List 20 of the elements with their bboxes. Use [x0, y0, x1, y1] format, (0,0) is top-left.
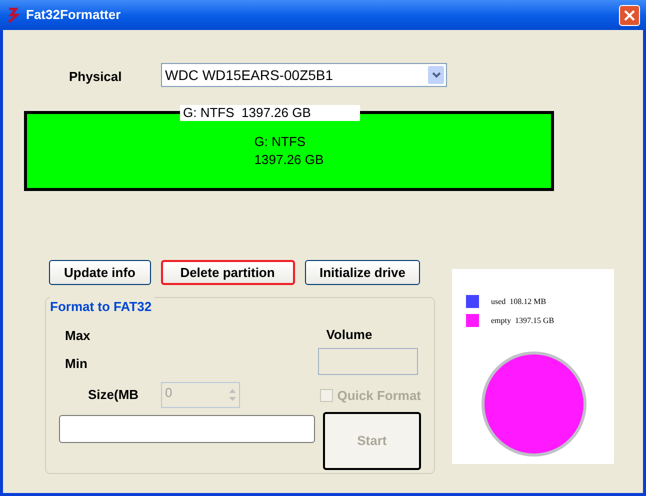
action-button[interactable]: Update info — [49, 260, 150, 285]
quick-format-label: Quick Format — [337, 386, 421, 404]
close-icon — [624, 10, 635, 20]
max-label: Max — [65, 327, 92, 345]
drive-dropdown[interactable]: WDC WD15EARS-00Z5B1 — [161, 63, 447, 87]
drive-name: WDC WD15EARS-00Z5B1 — [165, 66, 334, 84]
partition-info: G: NTFS 1397.26 GB — [254, 133, 324, 169]
size-value: 0 — [164, 384, 174, 402]
physical-label: Physical — [69, 68, 123, 86]
close-button[interactable] — [619, 4, 640, 26]
min-label: Min — [65, 354, 88, 372]
volume-label: Volume — [326, 326, 374, 344]
app-icon — [6, 7, 20, 23]
legend-label: used 108.12 MB — [491, 296, 546, 308]
action-button[interactable]: Delete partition — [160, 260, 294, 285]
volume-field[interactable] — [318, 348, 418, 374]
legend-label: empty 1397.15 GB — [491, 314, 554, 326]
window-title: Fat32Formatter — [26, 6, 121, 24]
action-button[interactable]: Initialize drive — [304, 260, 420, 285]
size-label: Size(MB — [88, 386, 140, 404]
